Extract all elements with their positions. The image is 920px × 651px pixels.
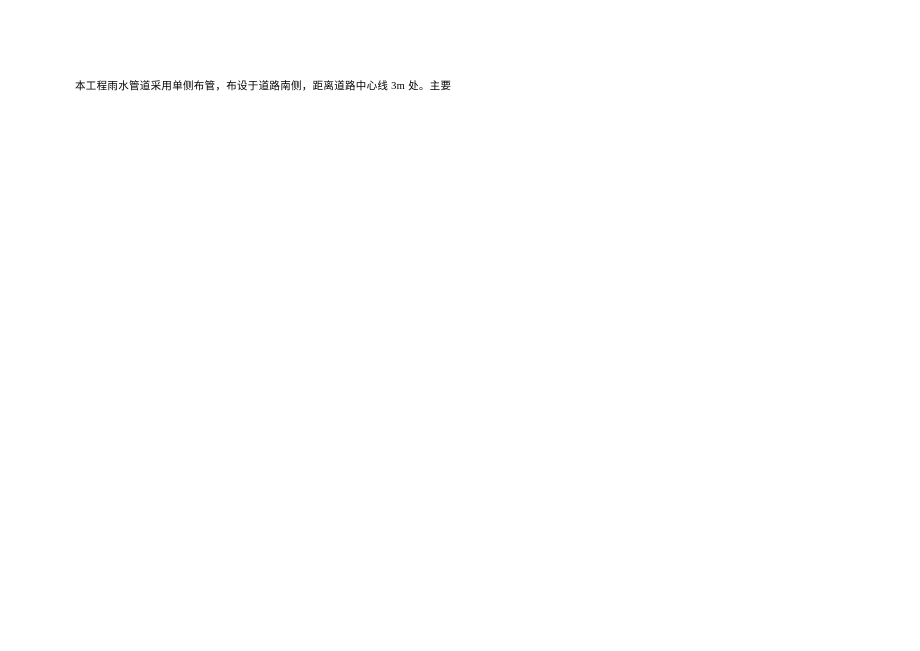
paragraph-text: 本工程雨水管道采用单侧布管，布设于道路南侧，距离道路中心线 3m 处。主要 <box>75 78 845 97</box>
document-page: 本工程雨水管道采用单侧布管，布设于道路南侧，距离道路中心线 3m 处。主要 <box>0 0 920 651</box>
